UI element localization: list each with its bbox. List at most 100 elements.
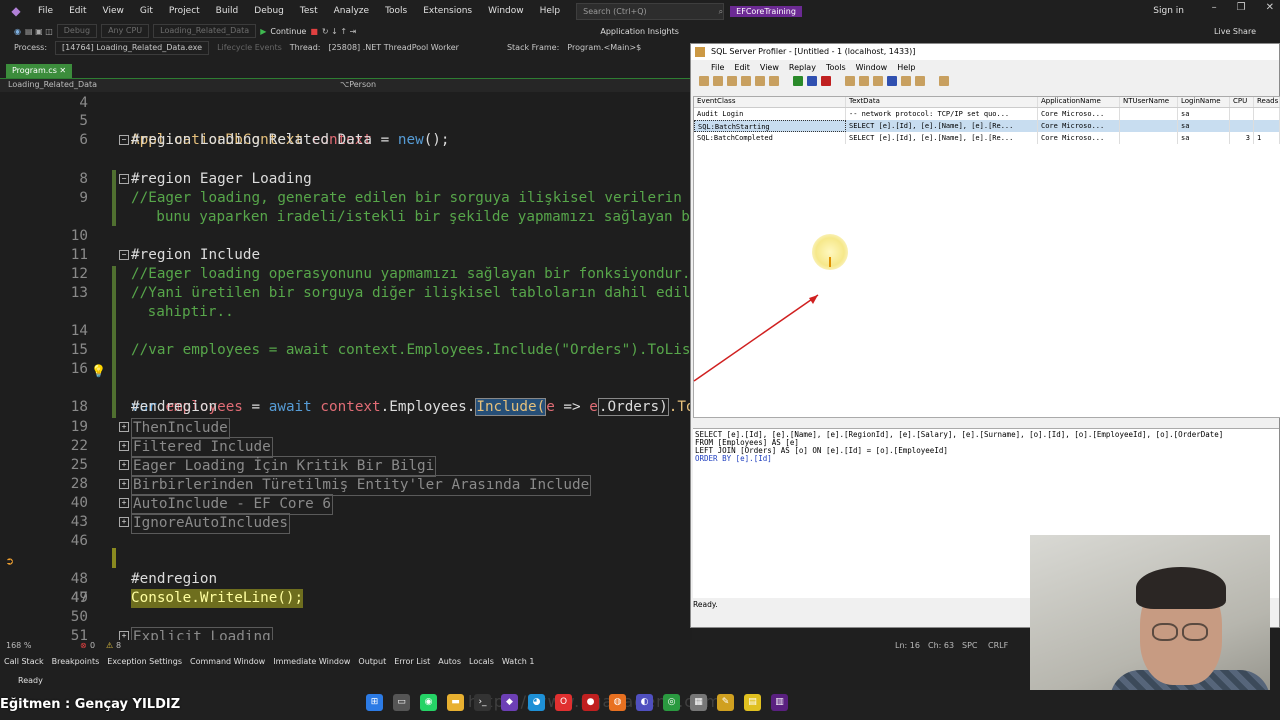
autoscroll-icon[interactable] bbox=[887, 76, 897, 86]
collapsed-region[interactable]: AutoInclude - EF Core 6 bbox=[131, 494, 333, 515]
terminal-icon[interactable]: ›_ bbox=[474, 694, 491, 711]
expand-icon[interactable]: + bbox=[119, 498, 129, 508]
sign-in-link[interactable]: Sign in bbox=[1153, 6, 1184, 16]
tab-immediate-window[interactable]: Immediate Window bbox=[273, 657, 350, 666]
table-row-selected[interactable]: SQL:BatchStarting SELECT [e].[Id], [e].[N… bbox=[694, 120, 1280, 132]
tab-exception-settings[interactable]: Exception Settings bbox=[107, 657, 182, 666]
profiler-menu-help[interactable]: Help bbox=[897, 63, 915, 72]
collapsed-region[interactable]: Filtered Include bbox=[131, 437, 273, 458]
menu-build[interactable]: Build bbox=[208, 6, 247, 16]
column-header[interactable]: NTUserName bbox=[1120, 97, 1178, 107]
lightbulb-icon[interactable]: 💡 bbox=[91, 362, 106, 381]
save-icon[interactable] bbox=[727, 76, 737, 86]
profiler-menu-window[interactable]: Window bbox=[856, 63, 888, 72]
profiler-menu-file[interactable]: File bbox=[711, 63, 724, 72]
menu-window[interactable]: Window bbox=[480, 6, 532, 16]
table-row[interactable]: Audit Login -- network protocol: TCP/IP s… bbox=[694, 108, 1280, 120]
expand-icon[interactable]: + bbox=[119, 422, 129, 432]
tab-error-list[interactable]: Error List bbox=[394, 657, 430, 666]
postman-icon[interactable]: ◍ bbox=[609, 694, 626, 711]
help-icon[interactable] bbox=[939, 76, 949, 86]
columns-icon[interactable] bbox=[845, 76, 855, 86]
menu-help[interactable]: Help bbox=[532, 6, 569, 16]
collapsed-region[interactable]: ThenInclude bbox=[131, 418, 230, 439]
properties-icon[interactable] bbox=[741, 76, 751, 86]
collapsed-region[interactable]: Birbirlerinden Türetilmiş Entity'ler Ara… bbox=[131, 475, 592, 496]
step-icons[interactable]: ↻ ↓ ↑ ⇥ bbox=[322, 27, 356, 36]
column-header[interactable]: Reads bbox=[1254, 97, 1280, 107]
column-header[interactable]: EventClass bbox=[694, 97, 846, 107]
menu-analyze[interactable]: Analyze bbox=[326, 6, 377, 16]
solution-config-select[interactable]: Debug bbox=[56, 24, 98, 38]
expand-icon[interactable]: + bbox=[119, 441, 129, 451]
collapsed-region[interactable]: Eager Loading İçin Kritik Bir Bilgi bbox=[131, 456, 437, 477]
live-share-button[interactable]: Live Share bbox=[1214, 27, 1256, 36]
nav-project-dropdown[interactable]: Loading_Related_Data bbox=[8, 80, 97, 89]
windows-start-icon[interactable]: ⊞ bbox=[366, 694, 383, 711]
open-icon[interactable] bbox=[713, 76, 723, 86]
collapse-icon[interactable]: − bbox=[119, 250, 129, 260]
visual-studio-icon[interactable]: ◆ bbox=[501, 694, 518, 711]
find-icon[interactable] bbox=[755, 76, 765, 86]
line-ending-indicator[interactable]: CRLF bbox=[988, 641, 1008, 650]
close-icon[interactable]: ✕ bbox=[1266, 2, 1274, 13]
collapse-icon[interactable]: − bbox=[119, 135, 129, 145]
tab-output[interactable]: Output bbox=[358, 657, 386, 666]
nav-type-dropdown[interactable]: ⌥Person bbox=[340, 80, 376, 89]
run-icon[interactable] bbox=[793, 76, 803, 86]
opera-icon[interactable]: O bbox=[555, 694, 572, 711]
menu-view[interactable]: View bbox=[95, 6, 132, 16]
task-view-icon[interactable]: ▭ bbox=[393, 694, 410, 711]
collapse-icon[interactable]: − bbox=[119, 174, 129, 184]
zoom-level[interactable]: 168 % bbox=[6, 641, 31, 650]
notes-icon[interactable]: ▤ bbox=[744, 694, 761, 711]
column-header[interactable]: TextData bbox=[846, 97, 1038, 107]
app-icon[interactable]: ◐ bbox=[636, 694, 653, 711]
ssms-icon[interactable]: ▦ bbox=[690, 694, 707, 711]
profiler-menu-edit[interactable]: Edit bbox=[734, 63, 750, 72]
stop-icon[interactable] bbox=[821, 76, 831, 86]
whitespace-indicator[interactable]: SPC bbox=[962, 641, 978, 650]
profiler-taskbar-icon[interactable]: ▥ bbox=[771, 694, 788, 711]
tab-program-cs[interactable]: Program.cs ✕ bbox=[6, 64, 73, 78]
platform-select[interactable]: Any CPU bbox=[101, 24, 150, 38]
menu-extensions[interactable]: Extensions bbox=[415, 6, 480, 16]
navigate-back-icon[interactable]: ◉ bbox=[14, 27, 21, 36]
profiler-menu-replay[interactable]: Replay bbox=[789, 63, 816, 72]
tab-breakpoints[interactable]: Breakpoints bbox=[52, 657, 100, 666]
expand-icon[interactable]: + bbox=[119, 479, 129, 489]
profiler-menu-view[interactable]: View bbox=[760, 63, 779, 72]
collapsed-region[interactable]: IgnoreAutoIncludes bbox=[131, 513, 290, 534]
warning-icon[interactable]: ⚠ bbox=[106, 641, 113, 650]
menu-debug[interactable]: Debug bbox=[246, 6, 292, 16]
chrome-icon[interactable]: ◎ bbox=[663, 694, 680, 711]
close-icon[interactable]: ✕ bbox=[59, 66, 66, 75]
filters-icon[interactable] bbox=[859, 76, 869, 86]
menu-file[interactable]: File bbox=[30, 6, 61, 16]
expand-icon[interactable]: + bbox=[119, 517, 129, 527]
lifecycle-events-button[interactable]: Lifecycle Events bbox=[217, 43, 282, 52]
edge-icon[interactable]: ◕ bbox=[528, 694, 545, 711]
continue-button[interactable]: Continue bbox=[270, 27, 306, 36]
minimize-icon[interactable]: – bbox=[1212, 2, 1217, 13]
expand-icon[interactable]: + bbox=[119, 631, 129, 640]
save-all-icon[interactable]: ▤ ▣ ◫ bbox=[25, 27, 53, 36]
table-row[interactable]: SQL:BatchCompleted SELECT [e].[Id], [e].[… bbox=[694, 132, 1280, 144]
menu-git[interactable]: Git bbox=[132, 6, 161, 16]
stop-icon[interactable]: ■ bbox=[310, 27, 318, 36]
tab-autos[interactable]: Autos bbox=[438, 657, 461, 666]
new-trace-icon[interactable] bbox=[699, 76, 709, 86]
activity-monitor-icon[interactable] bbox=[901, 76, 911, 86]
stack-frame-select[interactable]: Program.<Main>$ bbox=[567, 43, 641, 52]
tab-watch-1[interactable]: Watch 1 bbox=[502, 657, 535, 666]
column-header[interactable]: ApplicationName bbox=[1038, 97, 1120, 107]
perfmon-icon[interactable] bbox=[915, 76, 925, 86]
clear-icon[interactable] bbox=[769, 76, 779, 86]
template-icon[interactable] bbox=[873, 76, 883, 86]
process-select[interactable]: [14764] Loading_Related_Data.exe bbox=[55, 40, 210, 55]
app-insights-button[interactable]: Application Insights bbox=[600, 27, 679, 36]
menu-project[interactable]: Project bbox=[161, 6, 208, 16]
record-icon[interactable]: ● bbox=[582, 694, 599, 711]
tab-call-stack[interactable]: Call Stack bbox=[4, 657, 44, 666]
startup-project-select[interactable]: Loading_Related_Data bbox=[153, 24, 257, 38]
